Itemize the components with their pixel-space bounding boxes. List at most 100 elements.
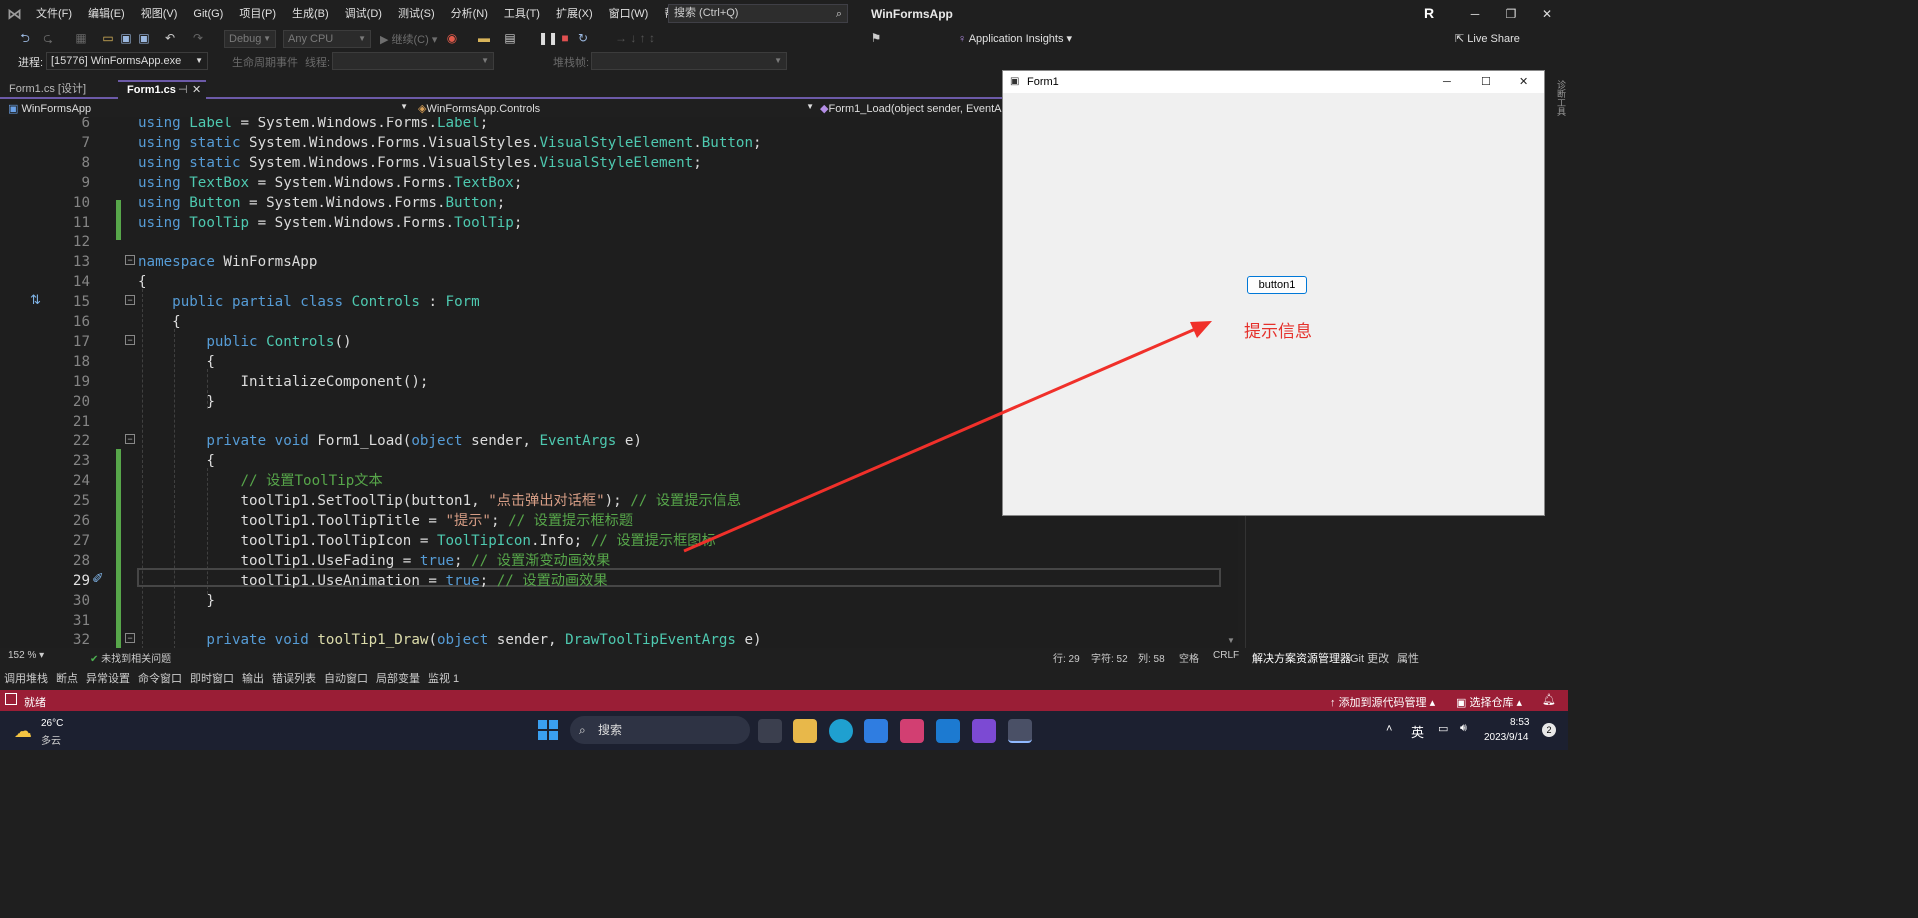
- process-select[interactable]: [15776] WinFormsApp.exe ▼: [46, 52, 208, 70]
- issues-indicator[interactable]: ✔ 未找到相关问题: [90, 650, 171, 665]
- close-button[interactable]: ✕: [1528, 0, 1566, 28]
- code-text[interactable]: toolTip1.UseFading = true; // 设置渐变动画效果: [138, 551, 610, 571]
- code-text[interactable]: private void Form1_Load(object sender, E…: [138, 431, 642, 451]
- store-icon[interactable]: [864, 719, 888, 743]
- visual-studio-icon[interactable]: [972, 719, 996, 743]
- bottom-tab-8[interactable]: 局部变量: [372, 670, 424, 686]
- task-view-icon[interactable]: [758, 719, 782, 743]
- code-text[interactable]: {: [138, 352, 215, 372]
- side-toolbox-strip[interactable]: 诊断工具: [1545, 72, 1568, 648]
- code-line[interactable]: 30 }: [0, 591, 1230, 611]
- bottom-tab-9[interactable]: 监视 1: [424, 670, 463, 686]
- code-line[interactable]: 29 toolTip1.UseAnimation = true; // 设置动画…: [0, 571, 1230, 591]
- lifecycle-label[interactable]: 生命周期事件: [232, 54, 298, 70]
- code-text[interactable]: using static System.Windows.Forms.Visual…: [138, 133, 762, 153]
- menu-item-1[interactable]: 编辑(E): [80, 0, 133, 28]
- menu-item-5[interactable]: 生成(B): [284, 0, 337, 28]
- zoom-level[interactable]: 152 % ▾: [8, 650, 44, 661]
- account-avatar[interactable]: R: [1424, 5, 1440, 22]
- tab-git-changes[interactable]: Git 更改: [1350, 650, 1389, 666]
- maximize-button[interactable]: ❐: [1492, 0, 1530, 28]
- new-project-icon[interactable]: ▦: [73, 30, 89, 46]
- code-text[interactable]: {: [138, 312, 181, 332]
- live-share-button[interactable]: ⇱ Live Share: [1455, 32, 1520, 45]
- clock-date[interactable]: 2023/9/14: [1484, 732, 1529, 743]
- config-select[interactable]: Debug ▼: [224, 30, 276, 48]
- platform-select[interactable]: Any CPU ▼: [283, 30, 371, 48]
- whitespace-indicator[interactable]: 空格: [1179, 650, 1199, 665]
- step-icons[interactable]: → ↓ ↑ ↕: [600, 30, 670, 46]
- thread-select[interactable]: ▼: [332, 52, 494, 70]
- char-indicator[interactable]: 字符: 52: [1091, 650, 1128, 665]
- code-text[interactable]: using static System.Windows.Forms.Visual…: [138, 153, 702, 173]
- weather-temp[interactable]: 26°C: [41, 718, 63, 729]
- close-tab-icon[interactable]: ✕: [192, 82, 201, 98]
- notifications-icon[interactable]: 🔔︎: [1542, 693, 1556, 706]
- tray-chevron-icon[interactable]: ˄: [1386, 723, 1392, 735]
- open-icon[interactable]: ▭: [100, 30, 116, 46]
- code-text[interactable]: toolTip1.UseAnimation = true; // 设置动画效果: [138, 571, 607, 591]
- network-icon[interactable]: ▭: [1438, 722, 1448, 735]
- code-line[interactable]: 31: [0, 611, 1230, 631]
- save-all-icon[interactable]: ▣: [136, 30, 152, 46]
- tab-form1-cs[interactable]: Form1.cs ⊣ ✕: [118, 80, 206, 99]
- code-line[interactable]: 28 toolTip1.UseFading = true; // 设置渐变动画效…: [0, 551, 1230, 571]
- form1-maximize-button[interactable]: ☐: [1481, 71, 1491, 93]
- menu-item-2[interactable]: 视图(V): [133, 0, 186, 28]
- bookmark-icon[interactable]: ⚑: [868, 30, 884, 46]
- pause-icon[interactable]: ❚❚: [538, 30, 558, 46]
- code-line[interactable]: 32 private void toolTip1_Draw(object sen…: [0, 630, 1230, 648]
- menu-item-7[interactable]: 测试(S): [390, 0, 443, 28]
- code-text[interactable]: using ToolTip = System.Windows.Forms.Too…: [138, 213, 522, 233]
- minimize-button[interactable]: ─: [1456, 0, 1494, 28]
- stackframe-select[interactable]: ▼: [591, 52, 787, 70]
- redo-icon[interactable]: ↷: [190, 30, 206, 46]
- bottom-tab-3[interactable]: 命令窗口: [134, 670, 186, 686]
- code-text[interactable]: }: [138, 591, 215, 611]
- code-text[interactable]: {: [138, 451, 215, 471]
- code-line[interactable]: 27 toolTip1.ToolTipIcon = ToolTipIcon.In…: [0, 531, 1230, 551]
- bottom-tab-7[interactable]: 自动窗口: [320, 670, 372, 686]
- code-text[interactable]: }: [138, 392, 215, 412]
- file-explorer-icon[interactable]: [793, 719, 817, 743]
- code-text[interactable]: using TextBox = System.Windows.Forms.Tex…: [138, 173, 522, 193]
- start-icon[interactable]: [538, 720, 558, 740]
- select-repo-button[interactable]: ▣ 选择仓库 ▴: [1456, 694, 1522, 710]
- add-to-source-control-button[interactable]: ↑ 添加到源代码管理 ▴: [1330, 694, 1435, 710]
- bottom-tab-2[interactable]: 异常设置: [82, 670, 134, 686]
- edge-icon[interactable]: [829, 719, 853, 743]
- tab-properties[interactable]: 属性: [1397, 650, 1419, 666]
- bottom-tab-0[interactable]: 调用堆栈: [0, 670, 52, 686]
- menu-item-11[interactable]: 窗口(W): [601, 0, 657, 28]
- menu-item-6[interactable]: 调试(D): [337, 0, 390, 28]
- menu-item-3[interactable]: Git(G): [185, 0, 231, 28]
- class-dropdown[interactable]: ◈WinFormsApp.Controls ▼: [418, 102, 814, 115]
- tab-solution-explorer[interactable]: 解决方案资源管理器: [1252, 650, 1351, 666]
- save-icon[interactable]: ▣: [118, 30, 134, 46]
- form1-close-button[interactable]: ✕: [1519, 71, 1528, 93]
- hot-reload-icon[interactable]: ◉: [444, 30, 460, 46]
- code-text[interactable]: public partial class Controls : Form: [138, 292, 480, 312]
- bottom-tab-5[interactable]: 输出: [238, 670, 268, 686]
- form1-minimize-button[interactable]: ─: [1443, 71, 1451, 93]
- code-text[interactable]: InitializeComponent();: [138, 372, 428, 392]
- eol-indicator[interactable]: CRLF: [1213, 650, 1239, 661]
- code-text[interactable]: // 设置ToolTip文本: [138, 471, 383, 491]
- pin-icon[interactable]: ⊣: [178, 82, 188, 98]
- member-dropdown[interactable]: ◆Form1_Load(object sender, EventArgs e): [820, 102, 1003, 115]
- code-text[interactable]: namespace WinFormsApp: [138, 252, 317, 272]
- code-text[interactable]: private void toolTip1_Draw(object sender…: [138, 630, 761, 648]
- code-text[interactable]: using Button = System.Windows.Forms.Butt…: [138, 193, 505, 213]
- stop-icon[interactable]: ■: [557, 30, 573, 46]
- weather-desc[interactable]: 多云: [41, 732, 61, 747]
- tab-form1-designer[interactable]: Form1.cs [设计]: [0, 80, 118, 99]
- taskbar-search[interactable]: ⌕ 搜索: [570, 716, 750, 744]
- code-text[interactable]: toolTip1.ToolTipTitle = "提示"; // 设置提示框标题: [138, 511, 633, 531]
- continue-button[interactable]: ▶ 继续(C) ▾: [380, 31, 437, 47]
- layout-icon[interactable]: ▤: [502, 30, 518, 46]
- forward-icon[interactable]: ⮎: [40, 30, 56, 46]
- code-text[interactable]: using Label = System.Windows.Forms.Label…: [138, 117, 488, 133]
- back-icon[interactable]: ⮌: [17, 30, 33, 46]
- jetbrains-icon[interactable]: [900, 719, 924, 743]
- code-text[interactable]: toolTip1.ToolTipIcon = ToolTipIcon.Info;…: [138, 531, 715, 551]
